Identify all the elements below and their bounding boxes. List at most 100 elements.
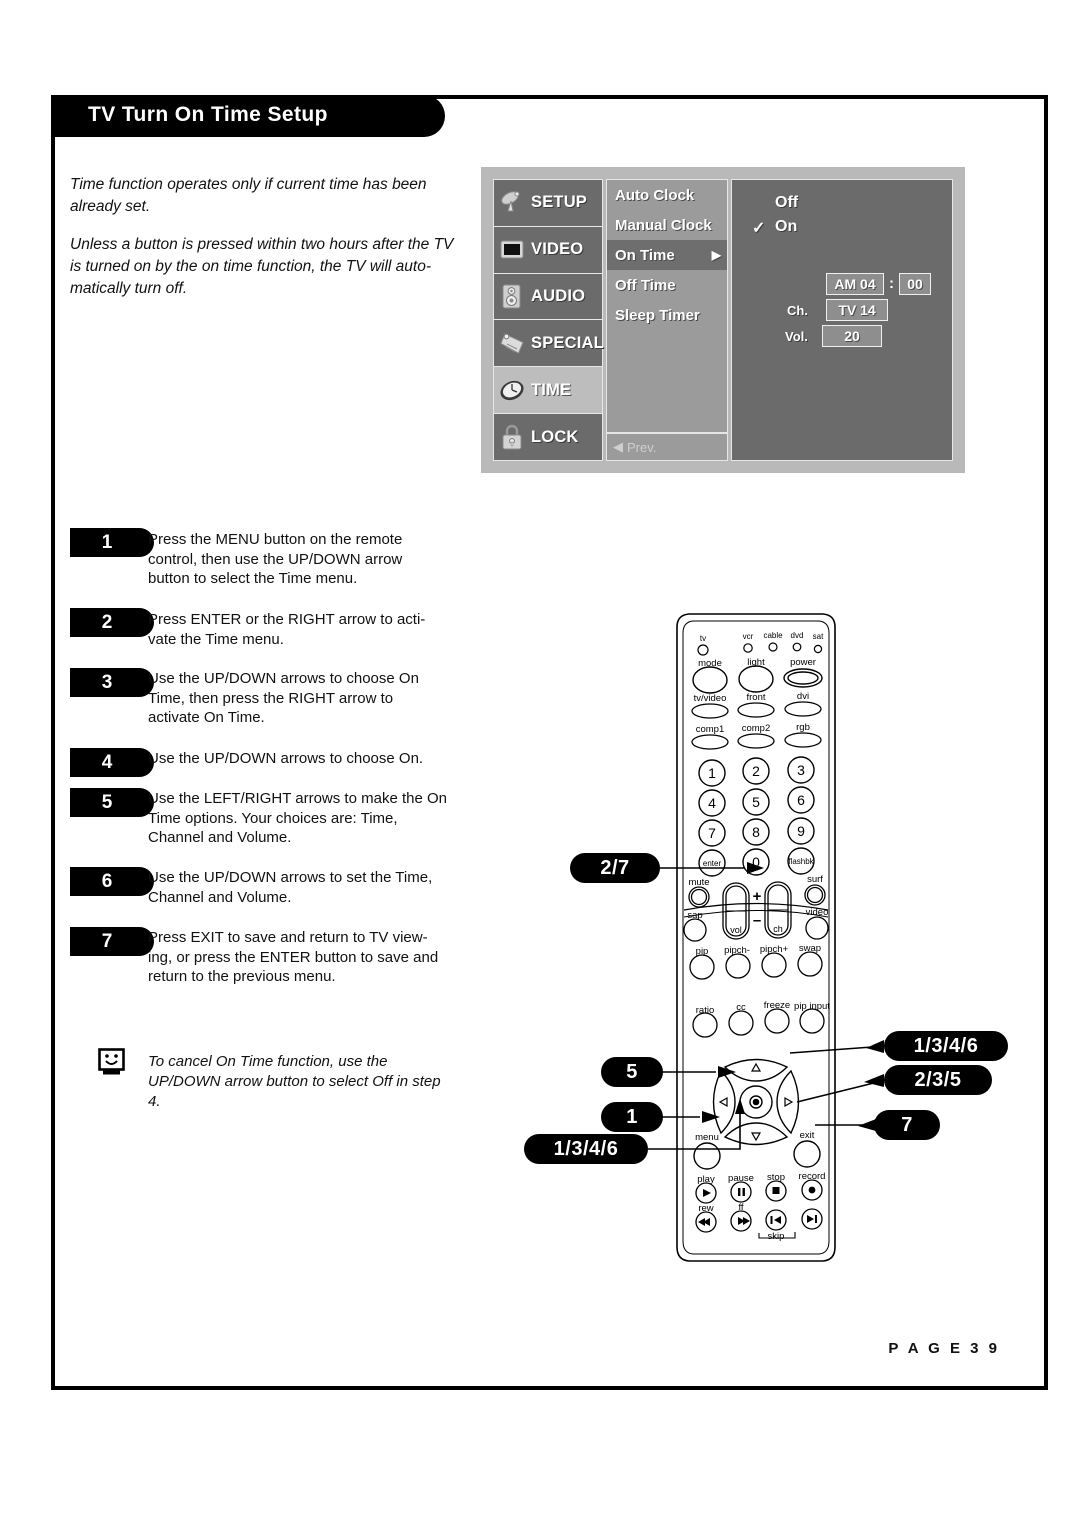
osd-menu-spacer (607, 330, 727, 432)
osd-menu-label: Sleep Timer (615, 306, 700, 324)
channel-label: Ch. (787, 303, 808, 318)
osd-category-setup[interactable]: SETUP (494, 180, 602, 227)
osd-category-video[interactable]: VIDEO (494, 227, 602, 274)
callout-right: 2/3/5 (884, 1065, 992, 1095)
remote-key-3: 3 (797, 762, 805, 778)
remote-label-rgb: rgb (796, 722, 810, 733)
on-time-minute-field[interactable]: 00 (899, 273, 931, 295)
step-2-text: Press ENTER or the RIGHT arrow to acti-v… (148, 611, 426, 648)
note-text: To cancel On Time function, use the UP/D… (148, 1053, 441, 1110)
remote-label-pip-input: pip input (794, 1001, 830, 1012)
chevron-right-icon: ▶ (711, 248, 721, 262)
callout-up: 1/3/4/6 (884, 1031, 1008, 1061)
osd-category-label: LOCK (531, 427, 579, 446)
osd-menu-item-auto-clock[interactable]: Auto Clock (607, 180, 727, 210)
chevron-left-icon: ◀ (613, 439, 623, 454)
remote-key-2: 2 (752, 763, 760, 779)
remote-key-7: 7 (708, 825, 716, 841)
step-4-text: Use the UP/DOWN arrows to choose On. (148, 750, 424, 767)
time-colon: : (889, 275, 894, 292)
osd-category-label: SPECIAL (531, 333, 604, 352)
osd-prev-label: Prev. (627, 439, 657, 455)
osd-options-column: Off ✓ On AM 04 : 00 Ch. TV 14 Vol. 20 (731, 179, 953, 461)
on-time-channel-field[interactable]: TV 14 (826, 299, 888, 321)
osd-menu-label: Off Time (615, 276, 676, 294)
osd-menu-item-sleep-timer[interactable]: Sleep Timer (607, 300, 727, 330)
step-5-text: Use the LEFT/RIGHT arrows to make the On… (148, 790, 447, 846)
speaker-icon (499, 283, 526, 310)
remote-label-surf: surf (807, 874, 823, 885)
callout-left: 5 (601, 1057, 663, 1087)
osd-category-special[interactable]: SPECIAL (494, 320, 604, 368)
page-number: P A G E 3 9 (888, 1340, 1000, 1357)
remote-label-dvd: dvd (791, 631, 804, 640)
osd-option-off[interactable]: Off (775, 194, 798, 212)
osd-category-time[interactable]: TIME (494, 367, 602, 415)
remote-key-6: 6 (797, 792, 805, 808)
remote-label-tvvideo: tv/video (694, 693, 727, 704)
remote-label-power: power (790, 657, 816, 668)
osd-menu-item-off-time[interactable]: Off Time (607, 270, 727, 300)
satellite-dish-icon (499, 189, 526, 216)
step-6-text: Use the UP/DOWN arrows to set the Time, … (148, 869, 433, 906)
remote-label-comp1: comp1 (696, 724, 725, 735)
callout-down: 1/3/4/6 (524, 1134, 648, 1164)
osd-category-label: AUDIO (531, 287, 586, 306)
remote-label-menu: menu (695, 1132, 719, 1143)
step-number: 6 (101, 870, 113, 892)
osd-screenshot: SETUP VIDEO AUDIO SPECIAL TIME LOCK Auto… (481, 167, 965, 473)
remote-key-0: 0 (752, 854, 760, 870)
osd-menu-label: Auto Clock (615, 186, 695, 204)
osd-menu-label: On Time (615, 246, 675, 264)
callout-enter: 2/7 (570, 853, 660, 883)
on-time-volume-field[interactable]: 20 (822, 325, 882, 347)
remote-svg: tv vcr cable dvd sat mode light power tv… (676, 613, 836, 1262)
remote-key-4: 4 (708, 795, 716, 811)
intro-paragraph-2: Unless a button is pressed within two ho… (70, 236, 454, 297)
remote-control-diagram: tv vcr cable dvd sat mode light power tv… (655, 605, 860, 1270)
step-3-text: Use the UP/DOWN arrows to choose On Time… (148, 670, 419, 726)
osd-category-audio[interactable]: AUDIO (494, 274, 602, 321)
volume-label: Vol. (785, 329, 808, 344)
remote-label-dvi: dvi (797, 691, 809, 702)
remote-label-tv: tv (700, 634, 706, 643)
remote-key-5: 5 (752, 794, 760, 810)
osd-option-on[interactable]: On (775, 218, 797, 236)
osd-category-label: SETUP (531, 193, 588, 212)
osd-menu-item-manual-clock[interactable]: Manual Clock (607, 210, 727, 240)
remote-label-video: video (806, 907, 829, 918)
remote-key-flashbk: flashbk (788, 857, 814, 866)
step-1-text: Press the MENU button on the remote cont… (148, 531, 403, 587)
osd-menu-item-on-time[interactable]: On Time ▶ (607, 240, 727, 270)
callout-exit: 7 (874, 1110, 940, 1140)
step-number: 3 (101, 671, 113, 693)
clock-icon (499, 377, 526, 404)
step-number: 1 (101, 531, 113, 553)
intro-paragraph-1: Time function operates only if current t… (70, 176, 427, 215)
remote-label-ch: ch (773, 924, 783, 934)
remote-label-vol: vol (730, 925, 742, 935)
remote-key-1: 1 (708, 765, 716, 781)
step-number: 5 (101, 791, 113, 813)
osd-category-lock[interactable]: LOCK (494, 414, 602, 460)
step-number: 4 (101, 751, 113, 773)
step-number: 2 (101, 611, 113, 633)
check-icon: ✓ (752, 220, 766, 237)
step-number: 7 (101, 930, 113, 952)
remote-label-comp2: comp2 (742, 723, 771, 734)
callout-menu: 1 (601, 1102, 663, 1132)
remote-key-9: 9 (797, 823, 805, 839)
osd-category-column: SETUP VIDEO AUDIO SPECIAL TIME LOCK (493, 179, 604, 461)
remote-key-8: 8 (752, 824, 760, 840)
smiley-tv-icon (98, 1048, 125, 1075)
remote-label-skip: skip (768, 1231, 785, 1242)
page-title: TV Turn On Time Setup (88, 103, 328, 126)
on-time-hour-field[interactable]: AM 04 (826, 273, 884, 295)
remote-label-vcr: vcr (743, 632, 754, 641)
remote-label-exit: exit (800, 1130, 815, 1141)
step-7-text: Press EXIT to save and return to TV view… (148, 929, 439, 985)
remote-label-sat: sat (813, 632, 824, 641)
osd-category-label: TIME (531, 380, 572, 399)
remote-label-plus: + (753, 888, 762, 905)
osd-prev-button[interactable]: ◀ Prev. (607, 432, 727, 460)
